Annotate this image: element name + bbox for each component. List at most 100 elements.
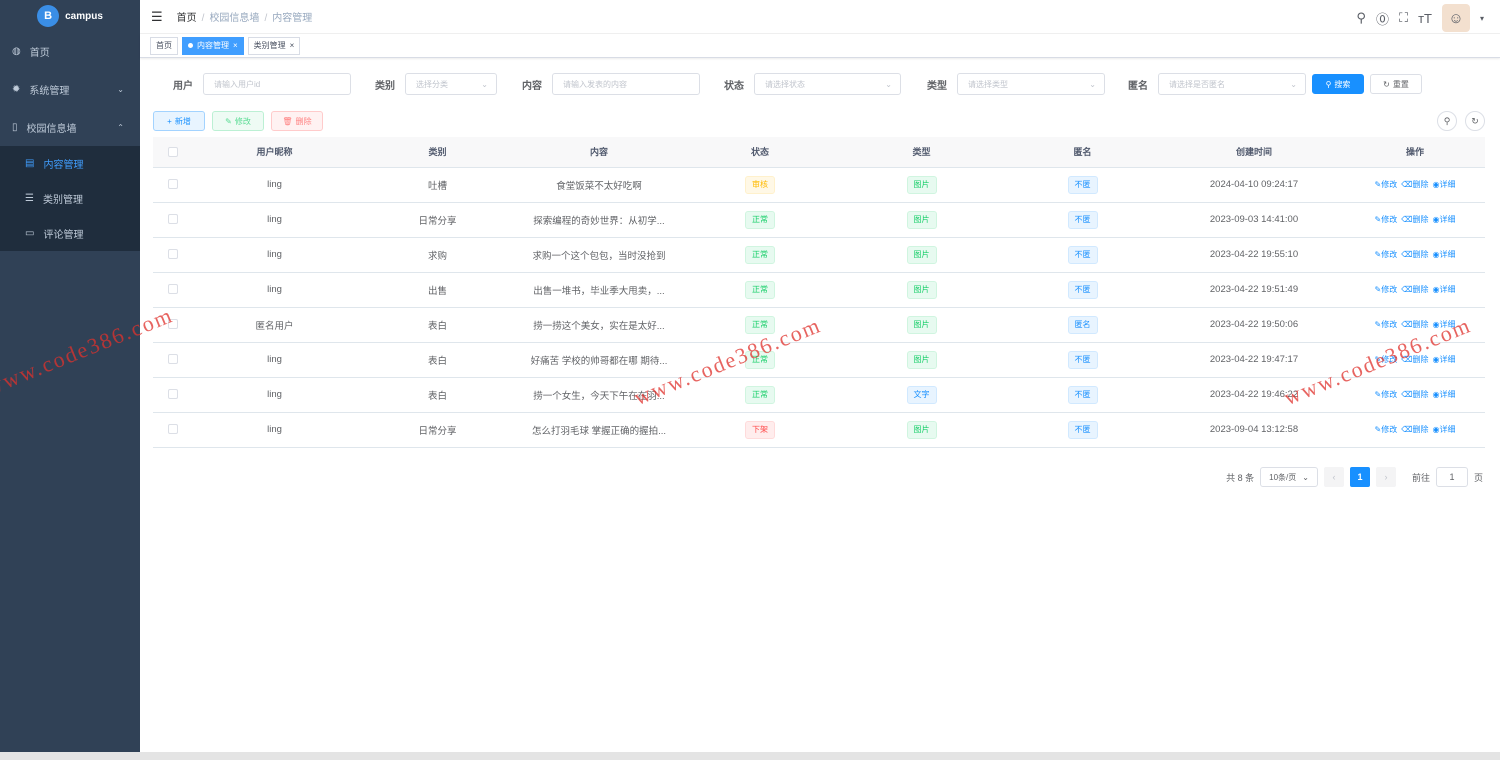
toggle-search-button[interactable]: ⚲	[1437, 111, 1457, 131]
table-row[interactable]: 匿名用户 表白 捞一捞这个美女，实在是太好... 正常 图片 匿名 2023-04-22 1…	[153, 307, 1485, 343]
row-delete-link[interactable]: ⌫删除	[1401, 425, 1428, 434]
goto-page-input[interactable]: 1	[1435, 467, 1468, 487]
pagination-total: 共 8 条	[1226, 472, 1255, 483]
row-delete-link[interactable]: ⌫删除	[1401, 285, 1428, 294]
app-logo[interactable]: B campus	[0, 0, 140, 32]
row-delete-link[interactable]: ⌫删除	[1401, 390, 1428, 399]
row-checkbox[interactable]	[168, 179, 178, 190]
row-delete-link[interactable]: ⌫删除	[1401, 250, 1428, 259]
row-detail-link[interactable]: ◉详细	[1433, 390, 1456, 399]
sidebar-item-category[interactable]: ☰ 类别管理	[0, 181, 140, 216]
help-icon[interactable]: ⓪	[1376, 9, 1389, 28]
row-checkbox[interactable]	[168, 249, 178, 260]
page-suffix: 页	[1473, 472, 1483, 483]
sidebar-item-home[interactable]: ◍ 首页	[0, 32, 140, 70]
row-detail-link[interactable]: ◉详细	[1433, 250, 1456, 259]
avatar[interactable]: ☺	[1441, 4, 1470, 32]
table-row[interactable]: ling 吐槽 食堂饭菜不太好吃啊 审核 图片 不匿 2024-04-10 09:24:17…	[153, 167, 1485, 203]
search-icon[interactable]: ⚲	[1356, 10, 1366, 26]
fullscreen-icon[interactable]: ⛶	[1399, 10, 1408, 26]
row-detail-link[interactable]: ◉详细	[1433, 320, 1456, 329]
row-detail-link[interactable]: ◉详细	[1433, 285, 1456, 294]
type-select[interactable]: 请选择类型 ⌄	[957, 73, 1105, 95]
table-row[interactable]: ling 出售 出售一堆书，毕业季大甩卖，... 正常 图片 不匿 2023-04-22 1…	[153, 272, 1485, 308]
eye-icon: ◉	[1432, 285, 1440, 294]
edit-button[interactable]: ✎ 修改	[212, 111, 264, 131]
anon-select[interactable]: 请选择是否匿名 ⌄	[1158, 73, 1306, 95]
row-edit-link[interactable]: ✎修改	[1375, 390, 1398, 399]
column-header: 用户昵称	[193, 137, 356, 168]
category-select[interactable]: 选择分类 ⌄	[405, 73, 497, 95]
sidebar-item-campus-wall[interactable]: ▯ 校园信息墙 ⌃	[0, 108, 140, 146]
row-checkbox[interactable]	[168, 424, 178, 435]
sidebar-item-label: 校园信息墙	[26, 123, 77, 135]
row-detail-link[interactable]: ◉详细	[1433, 215, 1456, 224]
close-icon[interactable]: ×	[290, 41, 295, 50]
sidebar-item-label: 首页	[29, 47, 50, 59]
font-size-icon[interactable]: ᴛT	[1418, 11, 1432, 26]
row-select-cell	[153, 202, 193, 238]
row-detail-link[interactable]: ◉详细	[1433, 180, 1456, 189]
search-button[interactable]: ⚲ 搜索	[1312, 74, 1364, 94]
anon-cell: 不匿	[1002, 377, 1163, 413]
sidebar-item-system[interactable]: ✹ 系统管理 ⌄	[0, 70, 140, 108]
row-delete-link[interactable]: ⌫删除	[1401, 355, 1428, 364]
row-detail-label: 详细	[1439, 425, 1456, 434]
row-delete-link[interactable]: ⌫删除	[1401, 215, 1428, 224]
row-detail-link[interactable]: ◉详细	[1433, 425, 1456, 434]
table-row[interactable]: ling 求购 求购一个这个包包，当时没抢到 正常 图片 不匿 2023-04-22 19:…	[153, 237, 1485, 273]
tag-category[interactable]: 类别管理 ×	[247, 36, 301, 55]
row-edit-link[interactable]: ✎修改	[1375, 355, 1398, 364]
table-row[interactable]: ling 表白 捞一个女生，今天下午在在羽... 正常 文字 不匿 2023-04-22 1…	[153, 377, 1485, 413]
caret-down-icon[interactable]: ▾	[1480, 14, 1484, 23]
eye-icon: ◉	[1432, 180, 1440, 189]
row-edit-link[interactable]: ✎修改	[1375, 285, 1398, 294]
refresh-button[interactable]: ↻	[1465, 111, 1485, 131]
table-row[interactable]: ling 日常分享 怎么打羽毛球 掌握正确的握拍... 下架 图片 不匿 2023-09-0…	[153, 412, 1485, 448]
row-checkbox[interactable]	[168, 284, 178, 295]
row-edit-link[interactable]: ✎修改	[1375, 425, 1398, 434]
row-edit-link[interactable]: ✎修改	[1375, 320, 1398, 329]
add-button[interactable]: + 新增	[153, 111, 205, 131]
row-detail-link[interactable]: ◉详细	[1433, 355, 1456, 364]
content-input[interactable]: 请输入发表的内容	[552, 73, 700, 95]
delete-button[interactable]: 🗑 删除	[271, 111, 323, 131]
content-cell: 好痛苦 学校的帅哥都在哪 期待...	[519, 342, 679, 378]
breadcrumb-item[interactable]: 首页	[177, 13, 197, 24]
status-select[interactable]: 请选择状态 ⌄	[754, 73, 901, 95]
prev-page-button[interactable]: ‹	[1323, 467, 1344, 487]
row-checkbox[interactable]	[168, 319, 178, 330]
row-checkbox[interactable]	[168, 214, 178, 225]
user-input[interactable]: 请输入用户id	[203, 73, 351, 95]
row-edit-link[interactable]: ✎修改	[1375, 180, 1398, 189]
next-page-button[interactable]: ›	[1375, 467, 1396, 487]
row-edit-label: 修改	[1381, 390, 1398, 399]
type-field: 类型 请选择类型 ⌄	[927, 73, 1105, 95]
close-icon[interactable]: ×	[233, 41, 238, 50]
goto-label: 前往	[1411, 472, 1430, 483]
row-checkbox[interactable]	[168, 354, 178, 365]
row-edit-link[interactable]: ✎修改	[1375, 215, 1398, 224]
page-number-button[interactable]: 1	[1349, 467, 1370, 487]
reset-button[interactable]: ↻ 重置	[1370, 74, 1422, 94]
sidebar-item-comment[interactable]: ▭ 评论管理	[0, 216, 140, 251]
tag-home[interactable]: 首页	[150, 36, 178, 55]
sidebar-item-content[interactable]: ▤ 内容管理	[0, 146, 140, 181]
row-checkbox[interactable]	[168, 389, 178, 400]
row-edit-link[interactable]: ✎修改	[1375, 250, 1398, 259]
page-size-select[interactable]: 10条/页 ⌄	[1260, 467, 1318, 487]
row-detail-label: 详细	[1439, 285, 1456, 294]
hamburger-icon[interactable]: ☰	[151, 9, 163, 25]
breadcrumb-item[interactable]: 校园信息墙	[209, 13, 259, 24]
row-delete-link[interactable]: ⌫删除	[1401, 320, 1428, 329]
category-cell: 日常分享	[356, 202, 519, 238]
category-field: 类别 选择分类 ⌄	[375, 73, 497, 95]
table-row[interactable]: ling 表白 好痛苦 学校的帅哥都在哪 期待... 正常 图片 不匿 2023-04-22…	[153, 342, 1485, 378]
tag-content[interactable]: 内容管理 ×	[182, 36, 244, 55]
row-delete-link[interactable]: ⌫删除	[1401, 180, 1428, 189]
breadcrumb-item: 内容管理	[272, 13, 313, 24]
select-all-checkbox[interactable]	[168, 147, 178, 158]
table-header-row: 用户昵称 类别 内容 状态 类型 匿名 创建时间 操作	[153, 137, 1485, 168]
table-row[interactable]: ling 日常分享 探索编程的奇妙世界：从初学... 正常 图片 不匿 2023-09-03…	[153, 202, 1485, 238]
row-delete-label: 删除	[1412, 215, 1429, 224]
